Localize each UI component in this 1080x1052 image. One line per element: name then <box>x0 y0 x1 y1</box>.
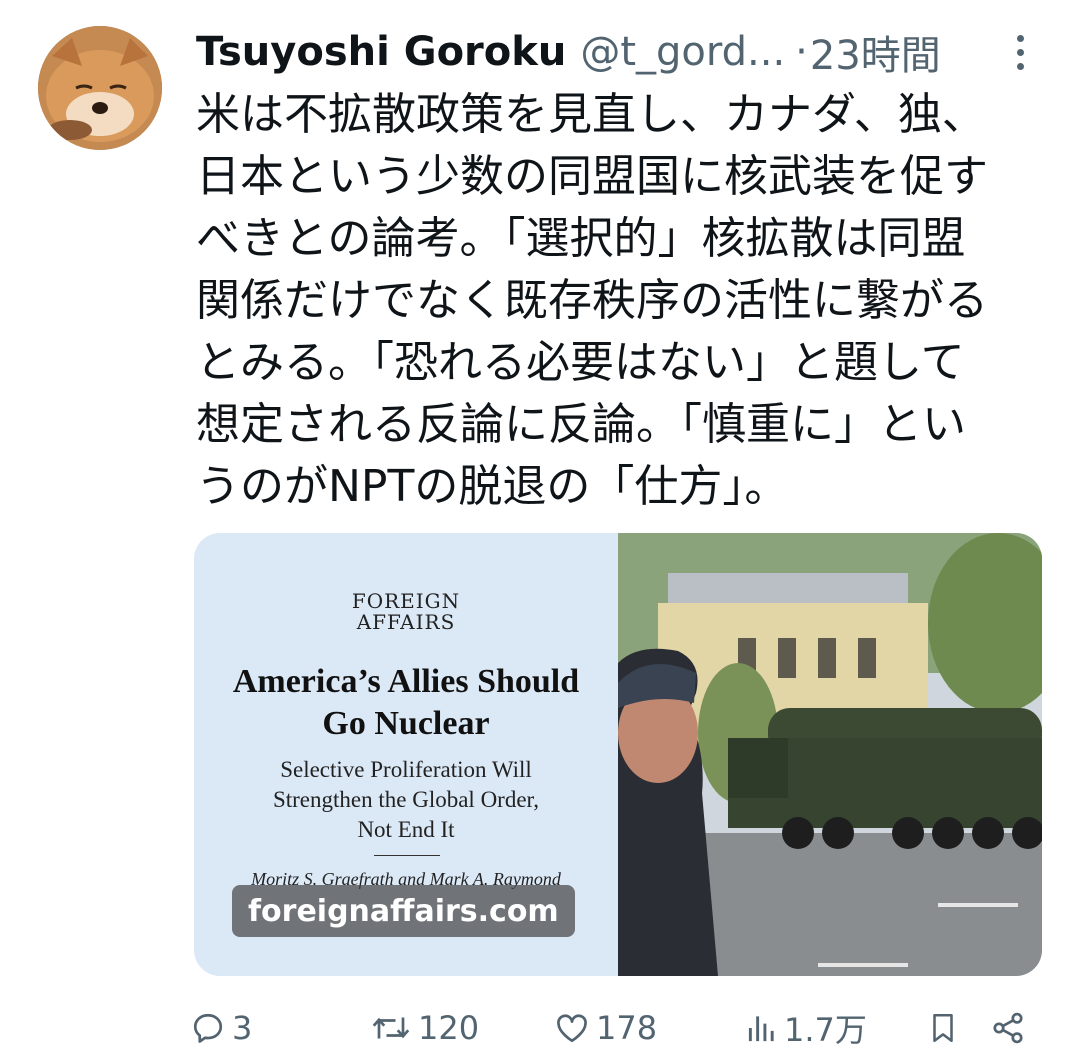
avatar[interactable] <box>38 26 162 150</box>
like-button[interactable]: 178 <box>554 1004 657 1052</box>
share-button[interactable] <box>990 1004 1026 1052</box>
views-icon <box>748 1016 774 1042</box>
views-count: 1.7万 <box>784 1011 867 1049</box>
repost-count: 120 <box>418 1009 480 1047</box>
reply-count: 3 <box>232 1009 253 1047</box>
more-icon[interactable] <box>1000 30 1040 74</box>
publication-logo: FOREIGN AFFAIRS <box>351 589 461 634</box>
reply-icon <box>193 1013 223 1043</box>
link-domain-badge: foreignaffairs.com <box>232 885 575 937</box>
share-icon <box>993 1012 1023 1044</box>
heart-icon <box>557 1014 587 1043</box>
divider <box>374 855 440 856</box>
shiba-dog-avatar-image <box>38 26 162 150</box>
separator-dot: · <box>795 29 808 75</box>
repost-icon <box>372 1017 410 1039</box>
missile-launcher-photo <box>618 533 1042 976</box>
author-name[interactable]: Tsuyoshi Goroku <box>196 29 566 75</box>
tweet-text: 米は不拡散政策を見直し、カナダ、独、 日本という少数の同盟国に核武装を促す べき… <box>196 89 988 512</box>
author-handle[interactable]: @t_gord... <box>580 29 785 75</box>
tweet-header: Tsuyoshi Goroku @t_gord... · 23時間 <box>196 22 1040 82</box>
link-card[interactable]: FOREIGN AFFAIRS America’s Allies Should … <box>194 533 1042 976</box>
reply-button[interactable]: 3 <box>190 1004 252 1052</box>
article-headline: America’s Allies Should Go Nuclear <box>232 663 580 742</box>
article-photo <box>618 533 1042 976</box>
like-count: 178 <box>596 1009 658 1047</box>
views-button[interactable]: 1.7万 <box>746 1004 867 1052</box>
bookmark-button[interactable] <box>926 1004 960 1052</box>
action-bar: 3 120 178 1.7万 <box>190 1004 1036 1052</box>
bookmark-icon <box>933 1013 953 1043</box>
post-time[interactable]: 23時間 <box>810 23 941 81</box>
article-subheadline: Selective Proliferation Will Strengthen … <box>272 757 540 842</box>
repost-button[interactable]: 120 <box>370 1004 479 1052</box>
